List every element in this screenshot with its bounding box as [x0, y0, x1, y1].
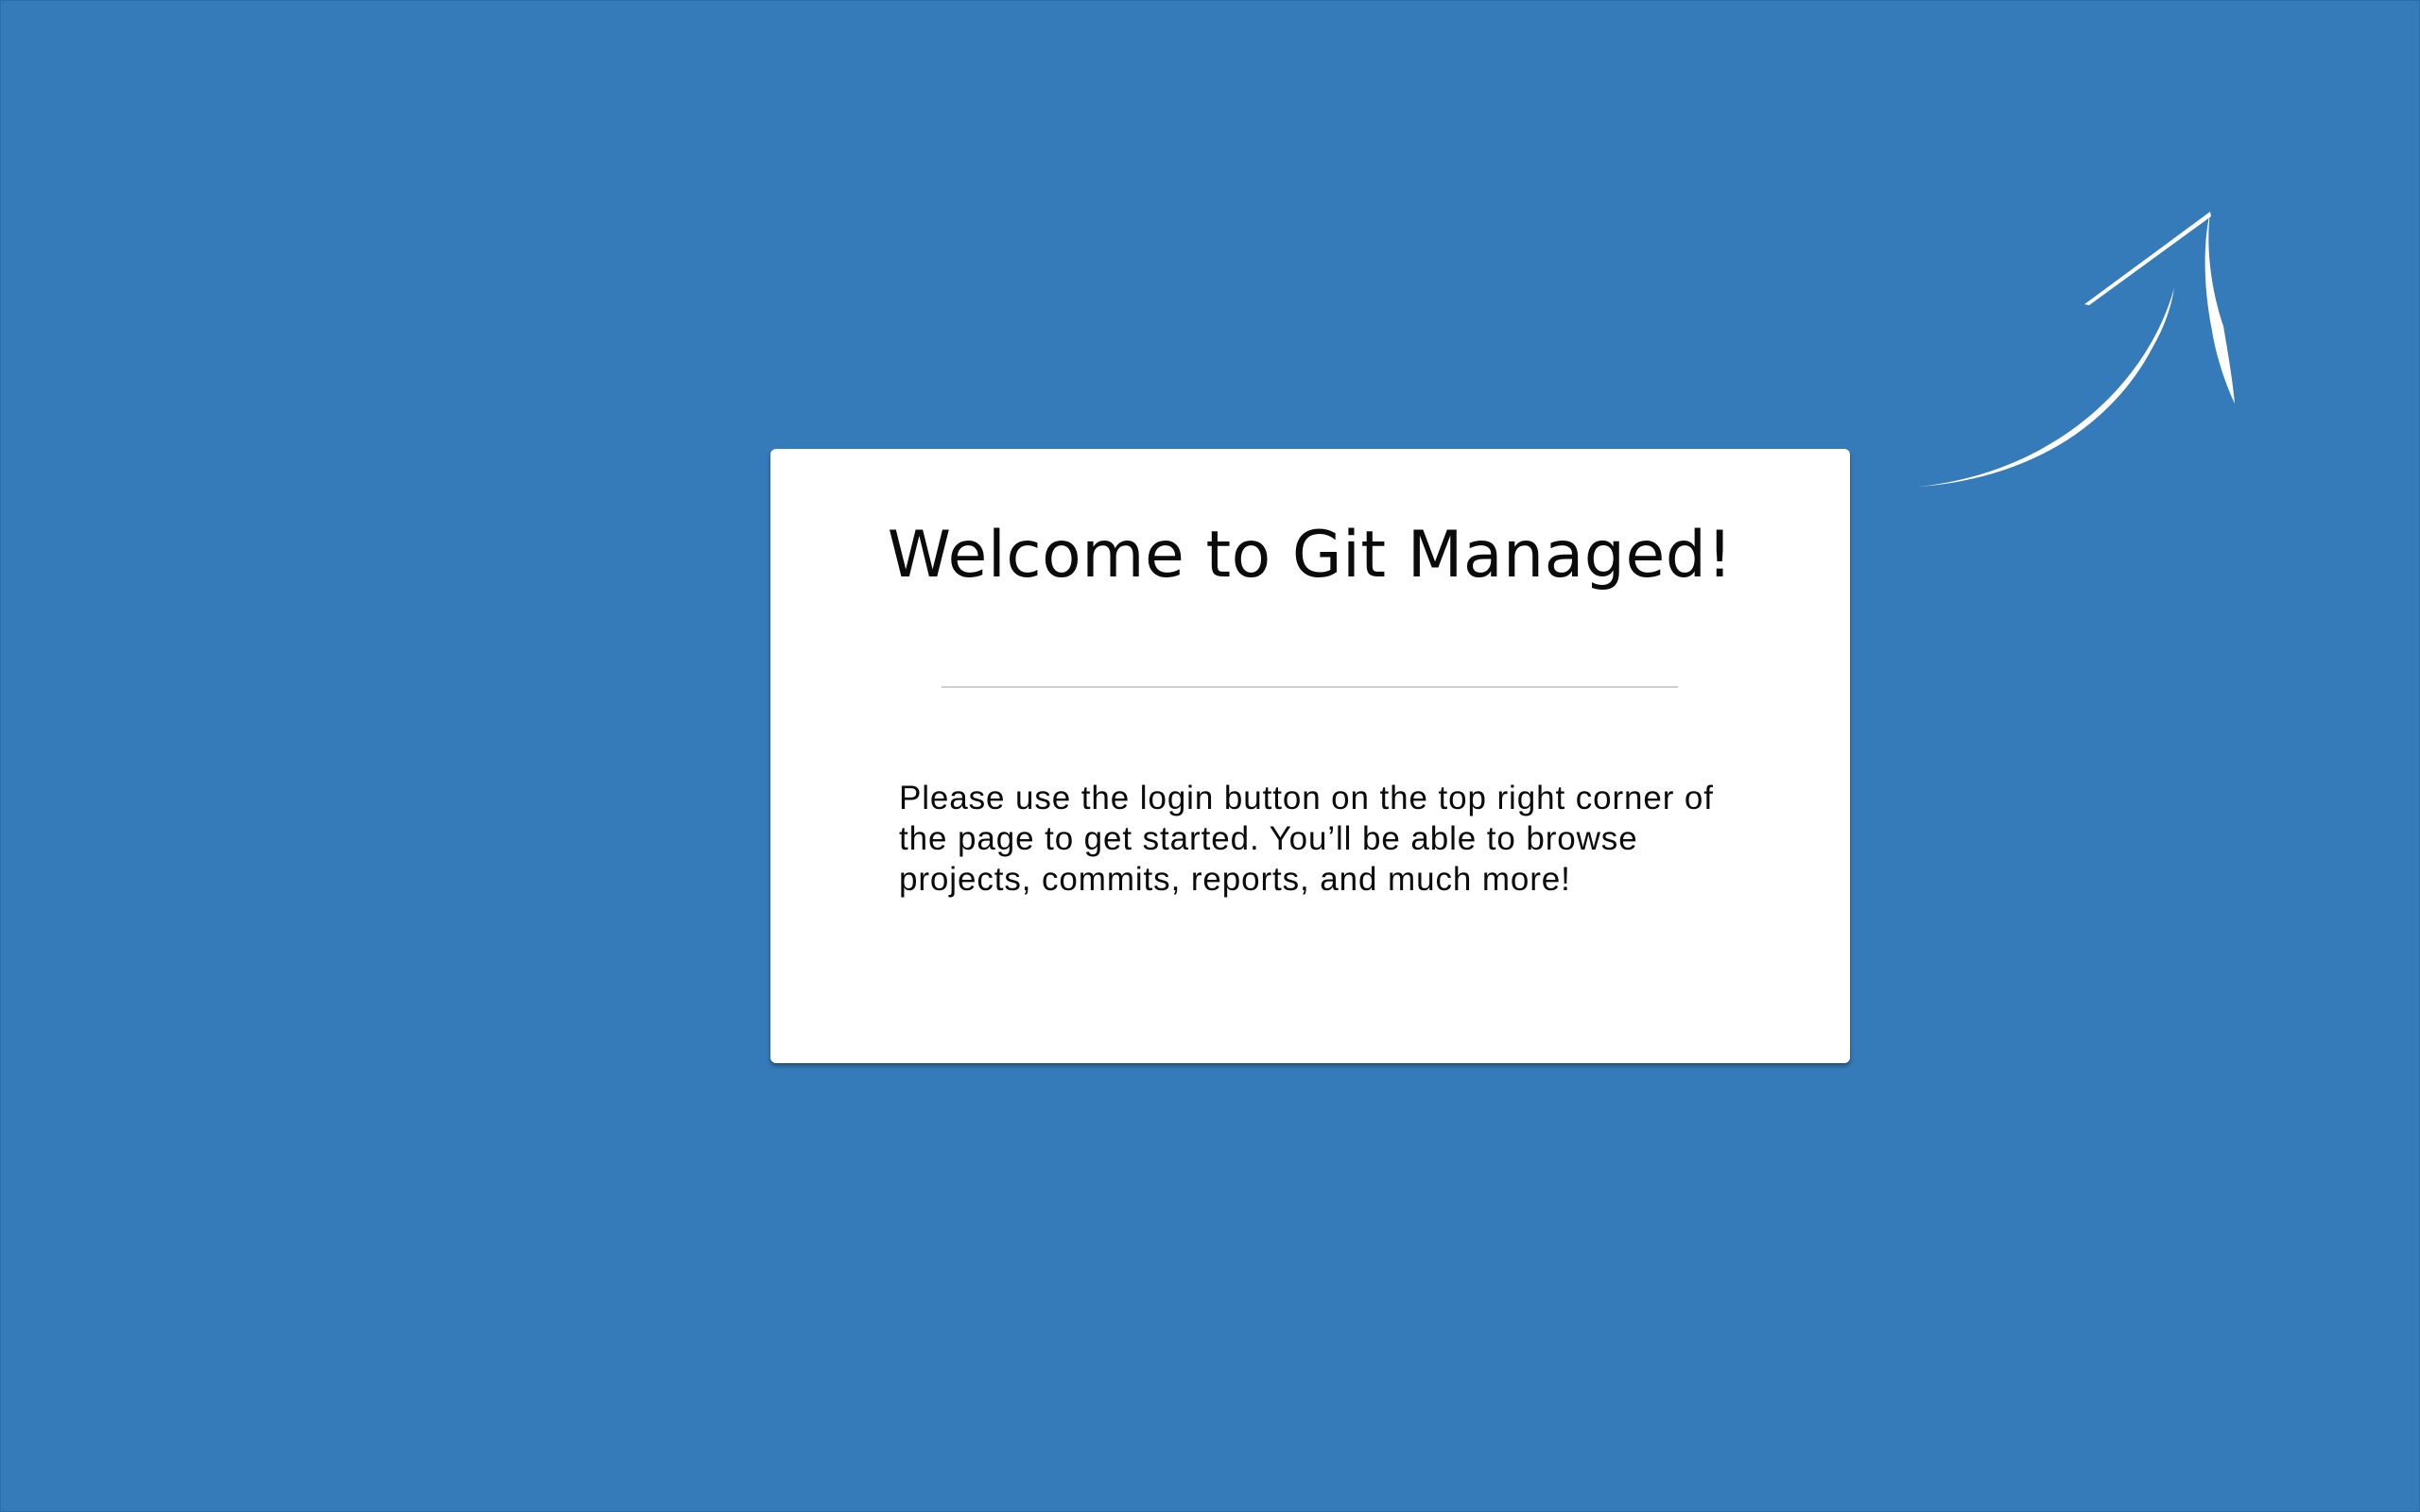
arrow-shaft — [1919, 288, 2174, 487]
arrow-barb-left — [2084, 212, 2211, 305]
curved-arrow-up-right-icon — [1919, 212, 2235, 487]
welcome-card: Welcome to Git Managed! Please use the l… — [770, 449, 1850, 1063]
welcome-message: Please use the login button on the top r… — [899, 780, 1714, 898]
title-divider — [942, 686, 1678, 688]
arrow-barb-right — [2204, 212, 2235, 404]
welcome-title: Welcome to Git Managed! — [887, 518, 1734, 593]
welcome-page: { "page": { "background_color": "#357ab9… — [0, 0, 2420, 1512]
